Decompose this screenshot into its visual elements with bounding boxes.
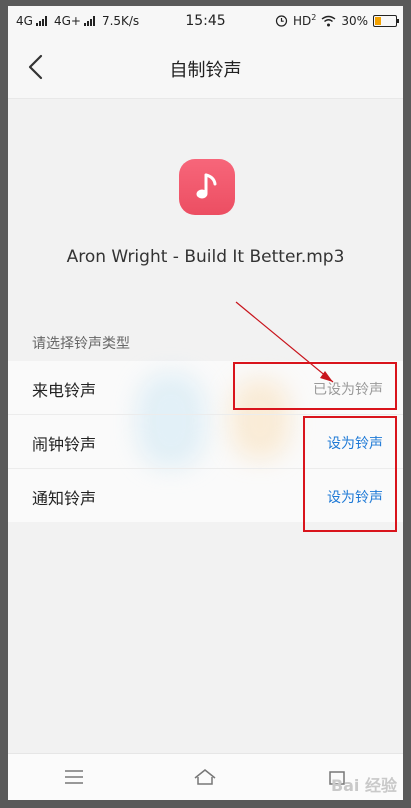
annotation-box-set	[233, 362, 397, 410]
annotation-box-actions	[303, 416, 397, 532]
